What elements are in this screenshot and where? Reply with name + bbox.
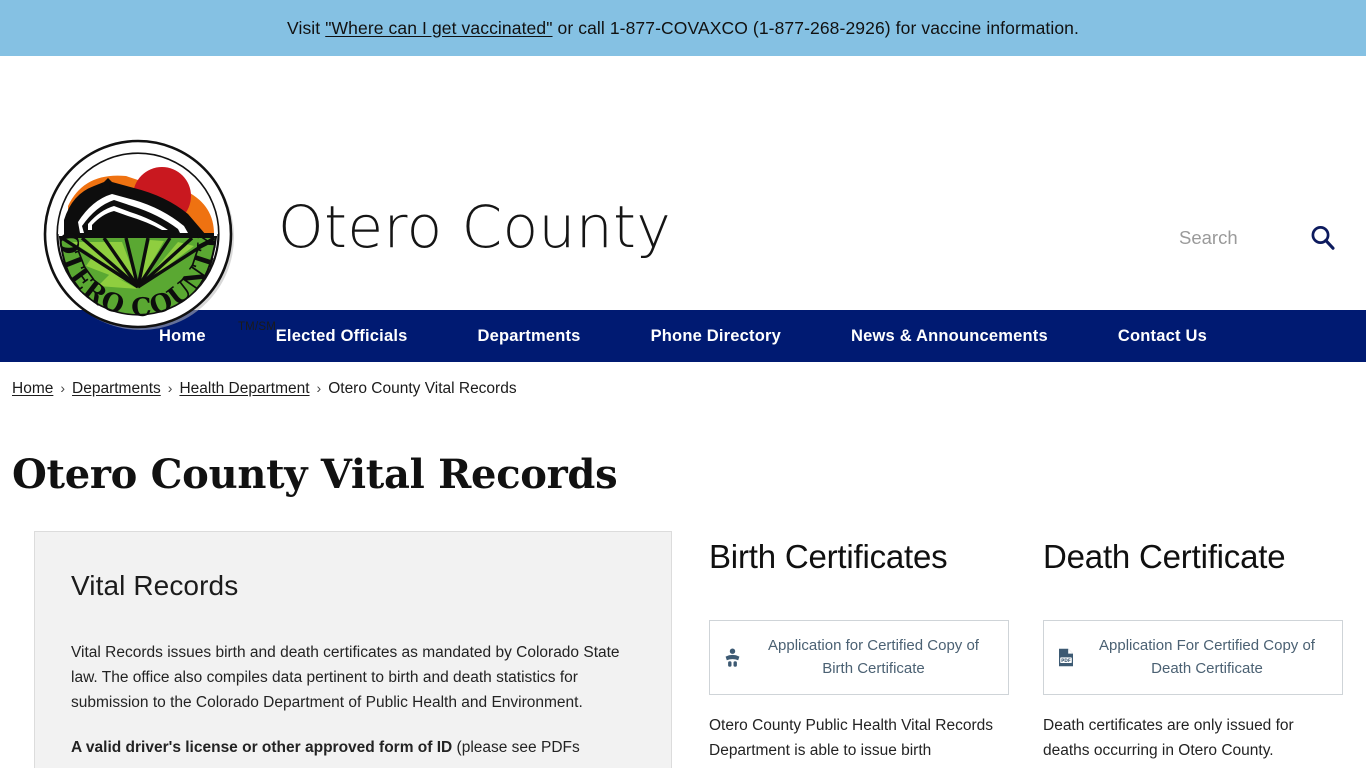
- nav-item-contact-us[interactable]: Contact Us: [1083, 327, 1242, 346]
- breadcrumb-separator: ›: [167, 380, 173, 396]
- breadcrumb-item-departments[interactable]: Departments: [72, 380, 161, 398]
- valid-id-notice: A valid driver's license or other approv…: [71, 735, 635, 760]
- search-icon: [1311, 226, 1335, 250]
- baby-icon: [724, 648, 741, 667]
- breadcrumb-separator: ›: [316, 380, 322, 396]
- nav-item-phone-directory[interactable]: Phone Directory: [616, 327, 816, 346]
- death-certificate-body: Death certificates are only issued for d…: [1043, 716, 1294, 759]
- svg-text:PDF: PDF: [1061, 658, 1071, 664]
- county-seal-icon: OTERO COUNTY: [43, 139, 234, 330]
- search-input[interactable]: [1179, 226, 1287, 249]
- otero-county-logo[interactable]: OTERO COUNTY TM/SM: [38, 134, 276, 334]
- death-certificate-column: Death Certificate PDF Application For Ce…: [1043, 531, 1343, 768]
- valid-id-notice-rest: (please see PDFs: [452, 739, 580, 757]
- breadcrumb-separator: ›: [60, 380, 66, 396]
- covid-alert-banner: Visit "Where can I get vaccinated" or ca…: [0, 0, 1366, 56]
- birth-certificate-link-label: Application for Certified Copy of Birth …: [768, 637, 979, 678]
- birth-certificate-application-link[interactable]: Application for Certified Copy of Birth …: [709, 620, 1009, 695]
- breadcrumb-item-current: Otero County Vital Records: [328, 380, 517, 397]
- search-area: [1179, 224, 1336, 251]
- alert-message: Visit "Where can I get vaccinated" or ca…: [287, 18, 1079, 39]
- trademark-label: TM/SM: [237, 321, 276, 333]
- vaccination-link[interactable]: "Where can I get vaccinated": [325, 18, 552, 38]
- nav-item-news-announcements[interactable]: News & Announcements: [816, 327, 1083, 346]
- nav-item-departments[interactable]: Departments: [443, 327, 616, 346]
- breadcrumb-item-health-department[interactable]: Health Department: [179, 380, 309, 398]
- birth-certificates-body: Otero County Public Health Vital Records…: [709, 716, 994, 768]
- vital-records-heading: Vital Records: [71, 570, 239, 601]
- vital-records-panel: Vital Records Vital Records issues birth…: [34, 531, 672, 768]
- birth-certificates-column: Birth Certificates Application for Certi…: [709, 531, 1009, 768]
- valid-id-notice-bold: A valid driver's license or other approv…: [71, 739, 453, 757]
- search-button[interactable]: [1309, 224, 1336, 251]
- alert-suffix: or call 1-877-COVAXCO (1-877-268-2926) f…: [552, 17, 1079, 38]
- vital-records-description: Vital Records issues birth and death cer…: [71, 644, 620, 712]
- alert-prefix: Visit: [287, 17, 326, 38]
- death-certificate-heading: Death Certificate: [1043, 538, 1286, 575]
- site-title: Otero County: [278, 193, 672, 261]
- breadcrumb-item-home[interactable]: Home: [12, 380, 53, 398]
- site-header: OTERO COUNTY TM/SM Otero County: [0, 56, 1366, 333]
- death-certificate-link-label: Application For Certified Copy of Death …: [1099, 637, 1315, 678]
- death-certificate-application-link[interactable]: PDF Application For Certified Copy of De…: [1043, 620, 1343, 695]
- page-title: Otero County Vital Records: [12, 451, 618, 498]
- pdf-file-icon: PDF: [1058, 648, 1074, 667]
- content-area: Vital Records Vital Records issues birth…: [0, 531, 1366, 768]
- breadcrumb: Home › Departments › Health Department ›…: [0, 362, 1366, 398]
- birth-certificates-heading: Birth Certificates: [709, 538, 948, 575]
